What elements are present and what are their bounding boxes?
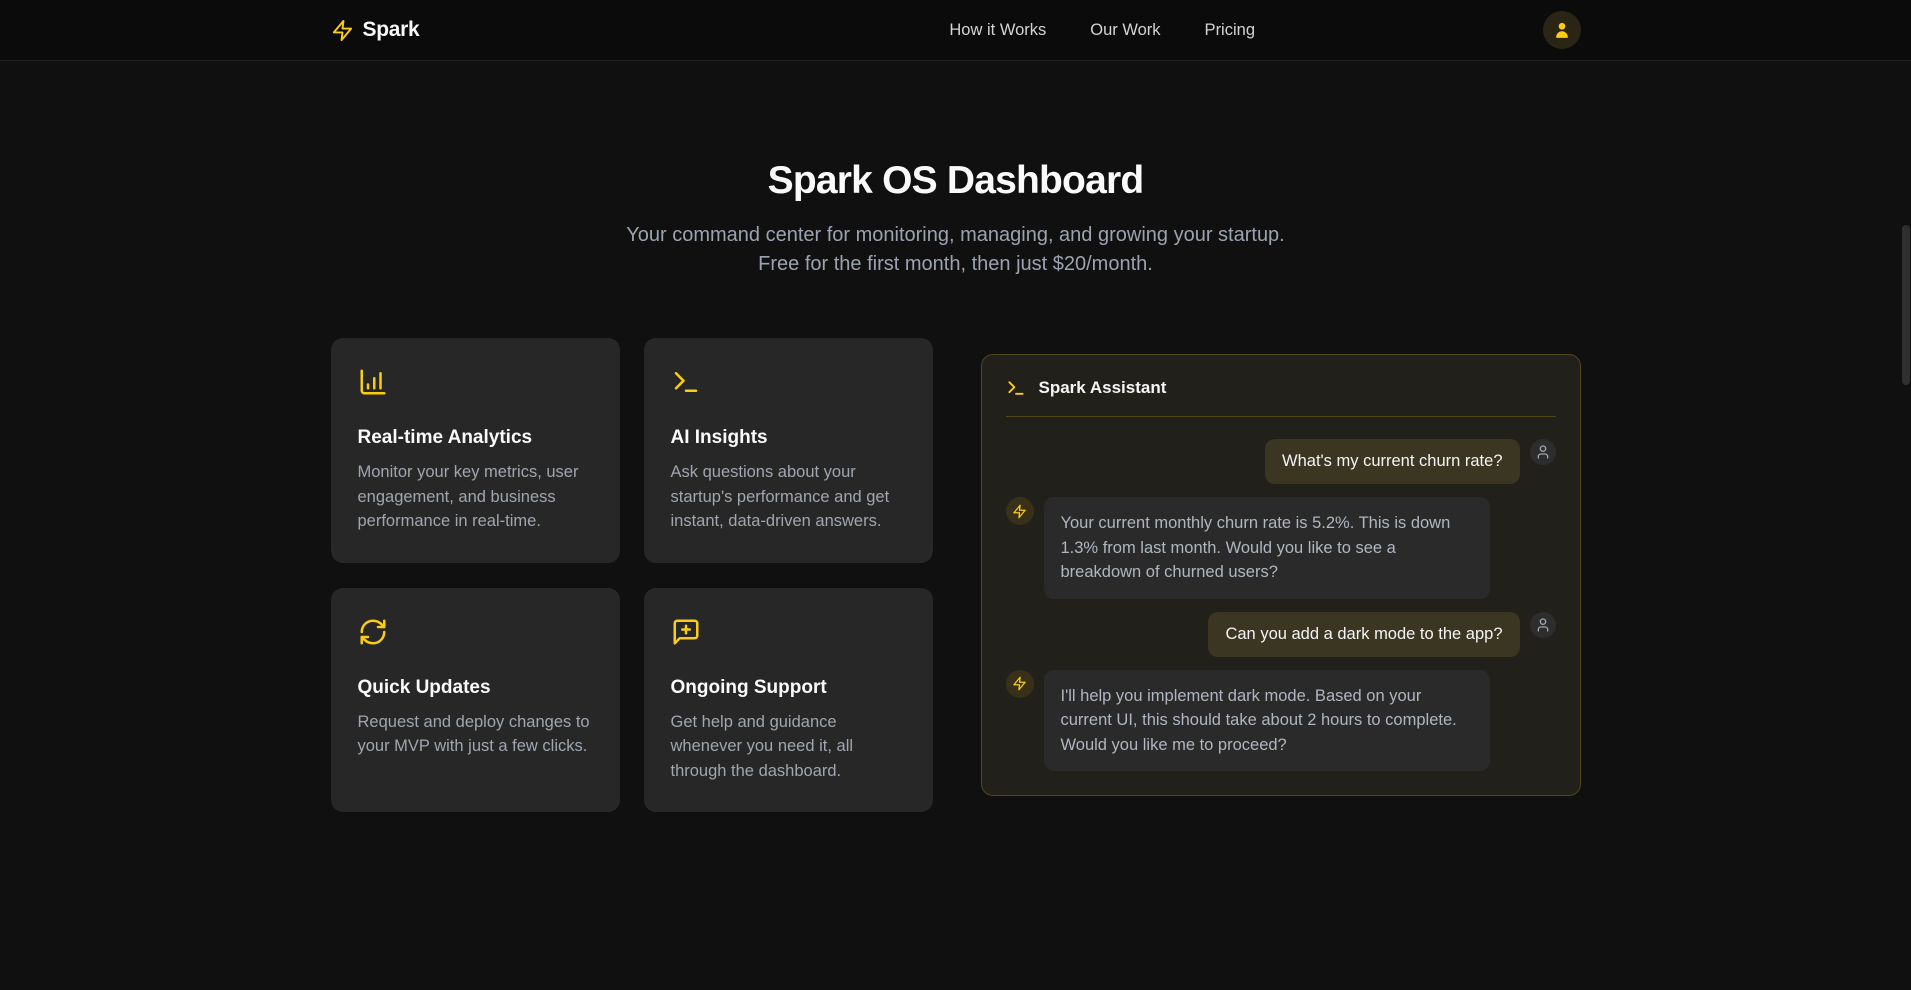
refresh-icon	[358, 617, 388, 647]
user-icon	[1530, 612, 1556, 638]
user-avatar-button[interactable]	[1543, 11, 1581, 49]
message-square-plus-icon	[671, 617, 701, 647]
chat-message-user: What's my current churn rate?	[1006, 439, 1556, 484]
hero-section: Spark OS Dashboard Your command center f…	[0, 61, 1911, 279]
feature-description: Get help and guidance whenever you need …	[671, 710, 906, 784]
feature-card-ai-insights[interactable]: AI Insights Ask questions about your sta…	[644, 338, 933, 563]
zap-icon	[1006, 670, 1034, 698]
assistant-message-bubble: I'll help you implement dark mode. Based…	[1044, 670, 1490, 772]
feature-description: Ask questions about your startup's perfo…	[671, 460, 906, 534]
nav-link-our-work[interactable]: Our Work	[1090, 21, 1160, 40]
top-nav: Spark How it Works Our Work Pricing	[0, 0, 1911, 61]
feature-description: Monitor your key metrics, user engagemen…	[358, 460, 593, 534]
feature-title: Ongoing Support	[671, 677, 906, 699]
feature-description: Request and deploy changes to your MVP w…	[358, 710, 593, 759]
page-title: Spark OS Dashboard	[0, 159, 1911, 203]
nav-links: How it Works Our Work Pricing	[949, 21, 1255, 40]
feature-title: AI Insights	[671, 427, 906, 449]
terminal-icon	[1006, 378, 1026, 398]
chat-message-user: Can you add a dark mode to the app?	[1006, 612, 1556, 657]
zap-icon	[331, 19, 354, 42]
dashboard-section: Real-time Analytics Monitor your key met…	[0, 338, 1911, 812]
page-scrollbar[interactable]	[1901, 0, 1911, 990]
assistant-message-bubble: Your current monthly churn rate is 5.2%.…	[1044, 497, 1490, 599]
zap-icon	[1006, 497, 1034, 525]
feature-card-real-time-analytics[interactable]: Real-time Analytics Monitor your key met…	[331, 338, 620, 563]
assistant-header: Spark Assistant	[1006, 378, 1556, 398]
nav-link-how-it-works[interactable]: How it Works	[949, 21, 1046, 40]
user-message-bubble: Can you add a dark mode to the app?	[1208, 612, 1519, 657]
bar-chart-icon	[358, 367, 388, 397]
page-subtitle: Your command center for monitoring, mana…	[606, 221, 1306, 279]
divider	[1006, 416, 1556, 417]
brand-logo[interactable]: Spark	[331, 18, 420, 42]
terminal-icon	[671, 367, 701, 397]
feature-title: Quick Updates	[358, 677, 593, 699]
feature-card-ongoing-support[interactable]: Ongoing Support Get help and guidance wh…	[644, 588, 933, 813]
message-list: What's my current churn rate? Your curre…	[1006, 439, 1556, 771]
user-icon	[1552, 20, 1572, 40]
scrollbar-thumb[interactable]	[1902, 225, 1910, 385]
assistant-title: Spark Assistant	[1039, 378, 1167, 398]
nav-link-pricing[interactable]: Pricing	[1205, 21, 1255, 40]
user-icon	[1530, 439, 1556, 465]
user-message-bubble: What's my current churn rate?	[1265, 439, 1519, 484]
features-grid: Real-time Analytics Monitor your key met…	[331, 338, 933, 812]
brand-name: Spark	[363, 18, 420, 42]
spark-assistant-panel: Spark Assistant What's my current churn …	[981, 354, 1581, 796]
chat-message-assistant: Your current monthly churn rate is 5.2%.…	[1006, 497, 1556, 599]
feature-card-quick-updates[interactable]: Quick Updates Request and deploy changes…	[331, 588, 620, 813]
feature-title: Real-time Analytics	[358, 427, 593, 449]
chat-message-assistant: I'll help you implement dark mode. Based…	[1006, 670, 1556, 772]
